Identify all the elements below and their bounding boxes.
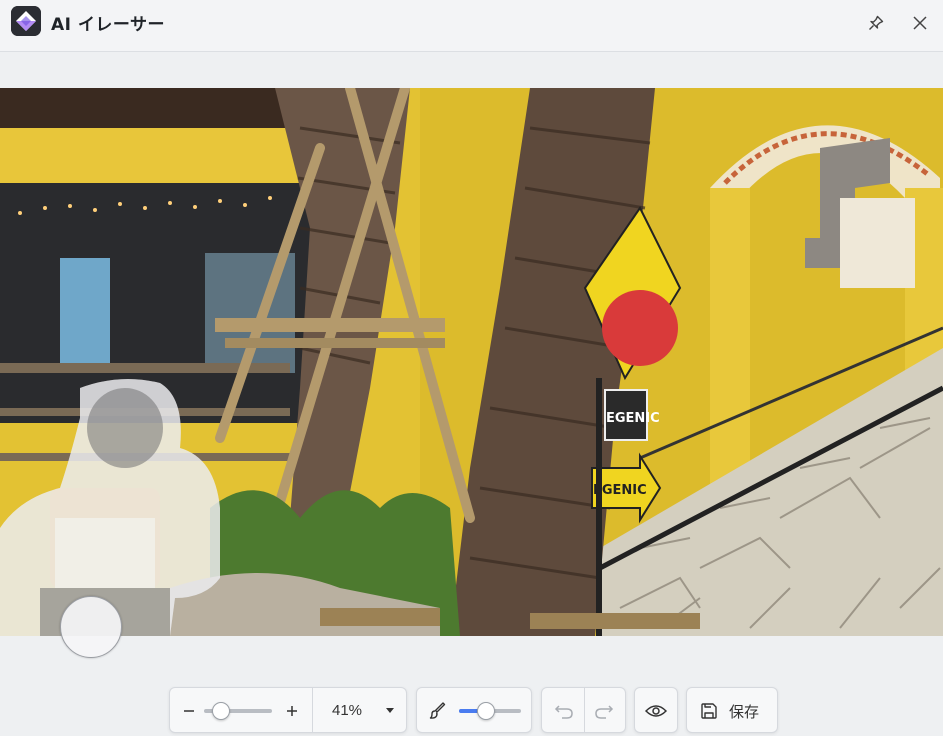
- eye-icon: [644, 699, 668, 723]
- app-title: AI イレーサー: [51, 15, 166, 35]
- save-icon: [698, 700, 720, 722]
- minus-icon[interactable]: [178, 700, 200, 722]
- save-button[interactable]: 保存: [686, 687, 778, 733]
- title-bar: AI イレーサー: [0, 0, 943, 52]
- zoom-slider[interactable]: [204, 702, 274, 720]
- brush-cursor: [60, 596, 122, 658]
- redo-icon[interactable]: [592, 699, 616, 723]
- history-controls: [541, 687, 626, 733]
- image-canvas[interactable]: EGENIC EGENIC: [0, 88, 943, 636]
- brush-icon[interactable]: [427, 700, 449, 722]
- save-label: 保存: [729, 703, 760, 721]
- preview-button[interactable]: [634, 687, 678, 733]
- brush-size-slider-thumb[interactable]: [477, 702, 495, 720]
- ai-eraser-logo-icon: [11, 6, 41, 36]
- zoom-slider-thumb[interactable]: [212, 702, 230, 720]
- pin-icon[interactable]: [862, 9, 890, 37]
- plus-icon[interactable]: [281, 700, 303, 722]
- svg-text:EGENIC: EGENIC: [606, 411, 660, 426]
- brush-size-slider[interactable]: [459, 702, 523, 720]
- undo-icon[interactable]: [552, 699, 576, 723]
- zoom-value[interactable]: 41%: [332, 702, 362, 719]
- brush-controls: [416, 687, 532, 733]
- caret-down-icon[interactable]: [380, 701, 400, 721]
- zoom-controls: 41%: [169, 687, 407, 733]
- close-icon[interactable]: [906, 9, 934, 37]
